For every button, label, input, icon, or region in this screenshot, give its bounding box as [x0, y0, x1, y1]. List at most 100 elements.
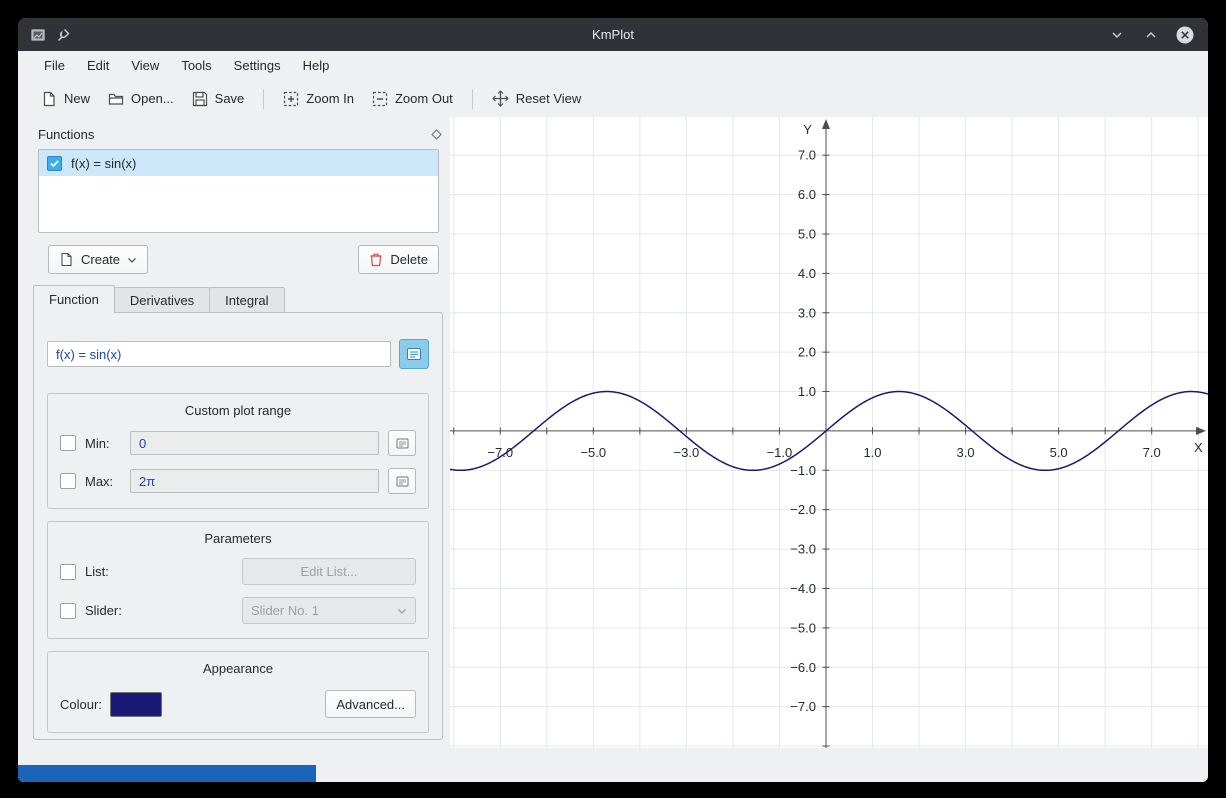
function-list-item-label: f(x) = sin(x): [71, 156, 136, 171]
parameter-list-checkbox[interactable]: [60, 564, 76, 580]
colour-label: Colour:: [60, 697, 102, 712]
plot-canvas[interactable]: −7.0−5.0−3.0−1.01.03.05.07.07.06.05.04.0…: [450, 117, 1208, 748]
y-tick-label: −5.0: [790, 620, 816, 635]
parameter-slider-checkbox[interactable]: [60, 603, 76, 619]
max-checkbox[interactable]: [60, 473, 76, 489]
save-button[interactable]: Save: [183, 85, 254, 113]
trash-icon: [369, 252, 383, 267]
menu-settings[interactable]: Settings: [224, 54, 291, 77]
min-label: Min:: [85, 436, 121, 451]
y-tick-label: −6.0: [790, 660, 816, 675]
menu-edit[interactable]: Edit: [77, 54, 119, 77]
function-tab-page: Custom plot range Min: Max:: [33, 312, 443, 740]
create-icon: [59, 252, 74, 267]
y-tick-label: −3.0: [790, 542, 816, 557]
parameter-list-label: List:: [85, 564, 109, 579]
tick-labels: −7.0−5.0−3.0−1.01.03.05.07.07.06.05.04.0…: [487, 122, 1203, 714]
axes: [450, 119, 1206, 748]
close-button[interactable]: [1174, 24, 1196, 46]
chevron-down-icon: [397, 607, 407, 615]
x-tick-label: −3.0: [674, 445, 700, 460]
min-input[interactable]: [130, 431, 379, 455]
status-highlight: [18, 765, 316, 782]
tab-integral[interactable]: Integral: [209, 287, 284, 312]
x-axis-label: X: [1194, 440, 1203, 455]
menu-file[interactable]: File: [34, 54, 75, 77]
max-label: Max:: [85, 474, 121, 489]
menu-help[interactable]: Help: [293, 54, 340, 77]
parameter-slider-label: Slider:: [85, 603, 122, 618]
zoom-in-button[interactable]: Zoom In: [274, 85, 363, 113]
max-input[interactable]: [130, 469, 379, 493]
y-axis-label: Y: [803, 122, 812, 137]
main-toolbar: New Open... Save Zoom In Zoom Out Reset …: [18, 80, 1208, 117]
equation-input[interactable]: [47, 341, 391, 367]
plot-area[interactable]: −7.0−5.0−3.0−1.01.03.05.07.07.06.05.04.0…: [450, 117, 1208, 748]
function-list[interactable]: f(x) = sin(x): [38, 149, 439, 233]
maximize-button[interactable]: [1140, 24, 1162, 46]
y-tick-label: −4.0: [790, 581, 816, 596]
grid: [450, 117, 1208, 748]
zoom-in-button-label: Zoom In: [306, 91, 354, 106]
edit-list-button: Edit List...: [242, 558, 416, 585]
reset-view-button[interactable]: Reset View: [483, 84, 591, 113]
x-tick-label: 5.0: [1050, 445, 1068, 460]
slider-select: Slider No. 1: [242, 597, 416, 624]
new-button[interactable]: New: [32, 85, 99, 113]
appearance-title: Appearance: [60, 661, 416, 676]
x-tick-label: 7.0: [1143, 445, 1161, 460]
min-equation-editor-button[interactable]: [388, 430, 416, 456]
function-tabs: Function Derivatives Integral: [28, 284, 450, 312]
menu-tools[interactable]: Tools: [171, 54, 221, 77]
max-equation-editor-button[interactable]: [388, 468, 416, 494]
create-button[interactable]: Create: [48, 245, 148, 274]
window-title: KmPlot: [18, 27, 1208, 42]
menu-view[interactable]: View: [121, 54, 169, 77]
zoom-out-button[interactable]: Zoom Out: [363, 85, 462, 113]
minimize-button[interactable]: [1106, 24, 1128, 46]
dock-float-icon[interactable]: [431, 129, 442, 140]
title-bar[interactable]: KmPlot: [18, 18, 1208, 51]
functions-panel-title: Functions: [38, 127, 94, 142]
tab-function[interactable]: Function: [33, 285, 115, 313]
equation-editor-button[interactable]: [399, 339, 429, 369]
toolbar-separator: [263, 89, 264, 109]
y-tick-label: 1.0: [798, 384, 816, 399]
tab-derivatives[interactable]: Derivatives: [114, 287, 210, 312]
delete-button[interactable]: Delete: [358, 245, 439, 274]
min-checkbox[interactable]: [60, 435, 76, 451]
save-button-label: Save: [215, 91, 245, 106]
delete-button-label: Delete: [390, 252, 428, 267]
y-tick-label: −1.0: [790, 463, 816, 478]
y-tick-label: 5.0: [798, 226, 816, 241]
app-icon: [30, 27, 46, 43]
new-button-label: New: [64, 91, 90, 106]
reset-view-icon: [492, 90, 509, 107]
reset-view-button-label: Reset View: [516, 91, 582, 106]
function-visible-checkbox[interactable]: [47, 156, 62, 171]
y-tick-label: 2.0: [798, 345, 816, 360]
y-tick-label: 3.0: [798, 305, 816, 320]
x-tick-label: 3.0: [957, 445, 975, 460]
open-button[interactable]: Open...: [99, 85, 183, 113]
y-tick-label: 7.0: [798, 148, 816, 163]
status-bar: [18, 748, 1208, 782]
save-icon: [192, 91, 208, 107]
zoom-out-button-label: Zoom Out: [395, 91, 453, 106]
function-list-item[interactable]: f(x) = sin(x): [39, 150, 438, 176]
y-tick-label: −7.0: [790, 699, 816, 714]
create-button-label: Create: [81, 252, 120, 267]
zoom-in-icon: [283, 91, 299, 107]
advanced-button[interactable]: Advanced...: [325, 690, 416, 718]
kmplot-window: KmPlot File Edit View Tools Settings Hel…: [18, 18, 1208, 782]
slider-select-value: Slider No. 1: [251, 603, 319, 618]
colour-swatch[interactable]: [110, 692, 162, 717]
x-tick-label: 1.0: [863, 445, 881, 460]
zoom-out-icon: [372, 91, 388, 107]
custom-plot-range-group: Custom plot range Min: Max:: [47, 393, 429, 509]
x-tick-label: −5.0: [580, 445, 606, 460]
x-tick-label: −1.0: [767, 445, 793, 460]
parameters-title: Parameters: [60, 531, 416, 546]
pin-icon[interactable]: [56, 28, 70, 42]
open-folder-icon: [108, 91, 124, 107]
